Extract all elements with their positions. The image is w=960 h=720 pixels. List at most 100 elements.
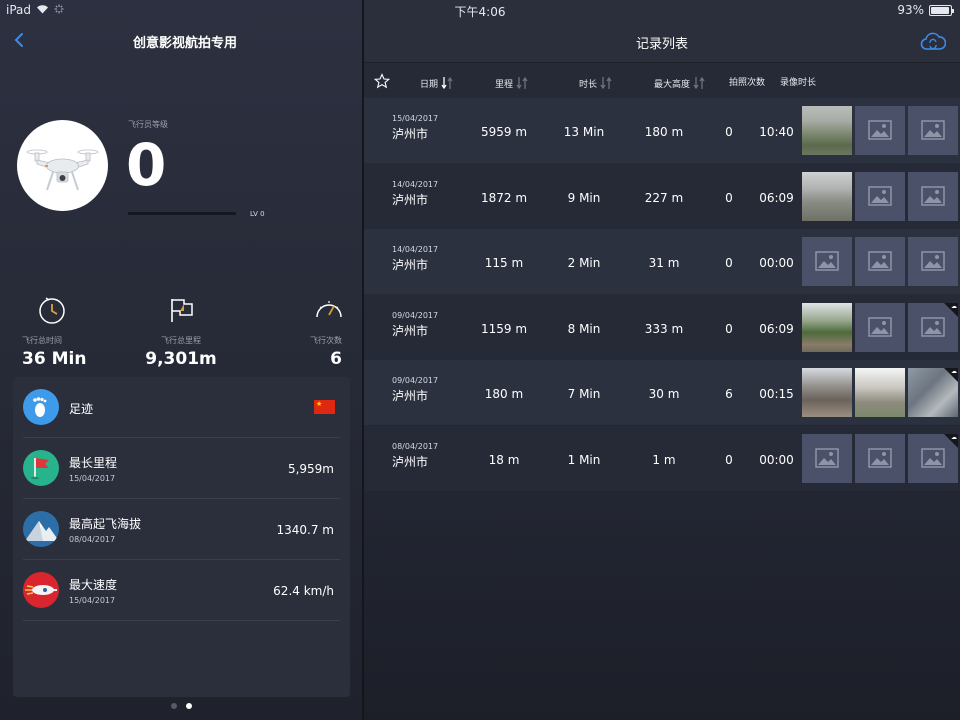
column-label: 日期	[420, 79, 439, 90]
thumbnail-placeholder[interactable]	[802, 433, 852, 483]
thumbnail-placeholder[interactable]	[908, 171, 958, 221]
table-row[interactable]: 14/04/2017 泸州市 115 m 2 Min 31 m 0 00:00	[364, 229, 960, 294]
page-dot[interactable]	[171, 703, 177, 709]
image-placeholder-icon	[868, 185, 892, 206]
flag-outline-icon	[171, 299, 193, 322]
thumbnail-image[interactable]	[802, 302, 852, 352]
column-label: 时长	[579, 79, 598, 90]
table-row[interactable]: 14/04/2017 泸州市 1872 m 9 Min 227 m 0 06:09	[364, 163, 960, 229]
table-row[interactable]: 09/04/2017 泸州市 180 m 7 Min 30 m 6 00:15 ☁	[364, 360, 960, 425]
column-photos: 拍照次数	[729, 75, 765, 88]
page-indicator[interactable]	[171, 703, 192, 709]
record-longest-distance: 最长里程 15/04/2017 5,959m	[13, 438, 350, 499]
column-label: 里程	[495, 79, 514, 90]
cloud-icon: ☁	[951, 368, 957, 375]
row-photos: 6	[725, 387, 733, 401]
image-placeholder-icon	[921, 251, 945, 271]
records-card: 足迹 ★ 最长里程 15/04/2017 5,959m 最高起飞海拔 08/04…	[13, 377, 350, 697]
record-date: 15/04/2017	[69, 596, 116, 605]
row-video-duration: 06:09	[759, 190, 794, 205]
cloud-icon: ☁	[951, 302, 957, 310]
thumbnail-placeholder[interactable]: ☁	[908, 302, 958, 352]
records-title: 记录列表	[635, 37, 688, 52]
page-dot-active[interactable]	[186, 703, 192, 709]
row-video-duration: 00:15	[759, 387, 794, 401]
row-duration: 7 Min	[567, 387, 601, 401]
thumbnail-placeholder[interactable]	[855, 171, 905, 221]
row-duration: 13 Min	[563, 125, 605, 139]
chevron-left-icon	[14, 33, 23, 47]
row-date: 14/04/2017	[392, 245, 439, 254]
row-city: 泸州市	[392, 258, 429, 272]
row-date: 09/04/2017	[392, 310, 439, 320]
row-city: 泸州市	[392, 192, 429, 207]
row-distance: 1159 m	[480, 321, 528, 336]
row-photos: 0	[725, 256, 733, 270]
row-city: 泸州市	[392, 389, 429, 403]
footprint-icon	[23, 389, 59, 425]
row-max-altitude: 31 m	[648, 256, 680, 270]
thumbnail-placeholder[interactable]	[855, 433, 905, 483]
thumbnail-placeholder[interactable]	[908, 237, 958, 286]
records-table-header: 日期 里程 时长 最大高度 拍照次数 录像时长	[364, 62, 960, 98]
thumbnail-image[interactable]	[802, 106, 852, 155]
row-duration: 1 Min	[567, 452, 601, 467]
row-thumbnails	[802, 171, 958, 221]
table-row[interactable]: 08/04/2017 泸州市 18 m 1 Min 1 m 0 00:00 ☁	[364, 425, 960, 491]
row-city: 泸州市	[392, 323, 429, 338]
sort-icon	[516, 76, 528, 90]
level-tag: LV 0	[250, 210, 265, 218]
cloud-sync-icon	[920, 32, 947, 50]
thumbnail-placeholder[interactable]	[908, 106, 958, 155]
record-footprint[interactable]: 足迹 ★	[13, 377, 350, 438]
battery-percent: 93%	[897, 3, 924, 17]
stat-value: 36 Min	[22, 349, 87, 369]
image-placeholder-icon	[921, 447, 945, 468]
image-placeholder-icon	[868, 316, 892, 337]
speedometer-icon	[316, 301, 342, 318]
red-flag-icon	[23, 450, 59, 486]
row-duration: 2 Min	[567, 256, 601, 270]
row-date: 08/04/2017	[392, 441, 439, 451]
column-duration[interactable]: 时长	[579, 75, 612, 91]
record-value: 62.4 km/h	[273, 584, 334, 598]
stat-total-distance: 飞行总里程 9,301m	[126, 295, 236, 369]
thumbnail-image[interactable]	[802, 368, 852, 417]
record-title: 足迹	[69, 402, 94, 416]
drone-avatar	[17, 120, 108, 211]
thumbnail-placeholder[interactable]	[855, 106, 905, 155]
column-max-altitude[interactable]: 最大高度	[654, 75, 705, 91]
row-thumbnails: ☁	[802, 433, 958, 483]
row-duration: 9 Min	[567, 190, 601, 205]
back-button[interactable]	[10, 30, 30, 50]
pilot-profile-panel: 创意影视航拍专用 飞行员等级 0 LV 0 飞行总时间 36 Min 飞行总里程…	[0, 0, 362, 720]
row-date: 14/04/2017	[392, 179, 439, 189]
thumbnail-image[interactable]	[802, 171, 852, 221]
row-photos: 0	[725, 321, 733, 336]
image-placeholder-icon	[921, 120, 945, 140]
row-photos: 0	[725, 125, 733, 139]
thumbnail-image[interactable]: ☁	[908, 368, 958, 417]
table-row[interactable]: 15/04/2017 泸州市 5959 m 13 Min 180 m 0 10:40	[364, 98, 960, 163]
sort-icon	[600, 76, 612, 90]
thumbnail-placeholder[interactable]	[855, 302, 905, 352]
row-photos: 0	[725, 452, 733, 467]
profile-title: 创意影视航拍专用	[132, 36, 237, 51]
column-distance[interactable]: 里程	[495, 75, 528, 91]
thumbnail-placeholder[interactable]	[802, 237, 852, 286]
favorite-filter-button[interactable]	[373, 73, 391, 89]
mountain-icon	[23, 511, 59, 547]
record-max-speed: 最大速度 15/04/2017 62.4 km/h	[13, 560, 350, 621]
thumbnail-image[interactable]	[855, 368, 905, 417]
table-row[interactable]: 09/04/2017 泸州市 1159 m 8 Min 333 m 0 06:09 ☁	[364, 294, 960, 360]
row-thumbnails: ☁	[802, 302, 958, 352]
thumbnail-placeholder[interactable]: ☁	[908, 433, 958, 483]
column-date[interactable]: 日期	[420, 75, 453, 91]
image-placeholder-icon	[921, 316, 945, 337]
thumbnail-placeholder[interactable]	[855, 237, 905, 286]
column-video-duration: 录像时长	[780, 75, 816, 88]
row-distance: 115 m	[484, 256, 524, 270]
clock-icon	[39, 297, 65, 324]
cloud-sync-button[interactable]	[920, 30, 947, 52]
row-max-altitude: 333 m	[644, 321, 684, 336]
